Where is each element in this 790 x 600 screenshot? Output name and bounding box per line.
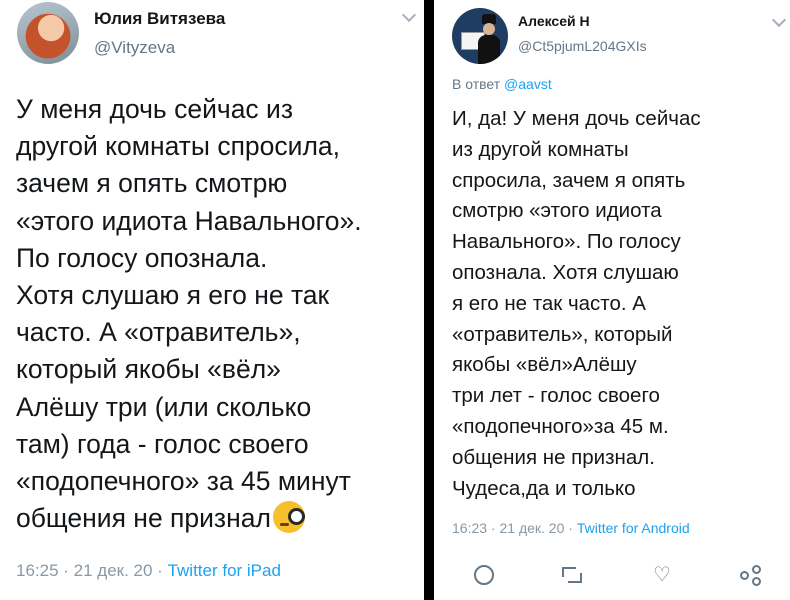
tweet-line: там) года - голос своего: [16, 428, 309, 459]
tweet-meta: 16:25 · 21 дек. 20 · Twitter for iPad: [16, 561, 281, 581]
tweet-line: Хотя слушаю я его не так: [16, 280, 330, 311]
tweet-line: Чудеса,да и только: [452, 476, 636, 500]
tweet-line: спросила, зачем я опять: [452, 168, 686, 192]
reply-mention[interactable]: @aavst: [504, 76, 552, 92]
tweet-line: общения не признал.: [452, 445, 655, 469]
tweet-line: который якобы «вёл»: [16, 354, 281, 385]
tweet-line: три лет - голос своего: [452, 384, 660, 408]
timestamp[interactable]: 16:25 · 21 дек. 20 ·: [16, 561, 168, 580]
tweet-line: У меня дочь сейчас из: [16, 94, 293, 124]
tweet-line: якобы «вёл»Алёшу: [452, 353, 637, 377]
tweet-card-left: Юлия Витязева @Vityzeva У меня дочь сейч…: [0, 0, 424, 600]
tweet-line: «подопечного»за 45 м.: [452, 414, 669, 438]
author-handle[interactable]: @Vityzeva: [94, 38, 175, 58]
retweet-icon[interactable]: [562, 565, 582, 585]
head-shape: [483, 23, 495, 35]
tweet-line: Алёшу три (или сколько: [16, 391, 312, 422]
tweet-text: У меня дочь сейчас из другой комнаты спр…: [16, 91, 362, 537]
reply-prefix: В ответ: [452, 76, 505, 92]
author-name[interactable]: Алексей Н: [518, 13, 590, 29]
torso-shape: [478, 35, 500, 64]
tweet-line: зачем я опять смотрю: [16, 168, 288, 199]
tweet-line-last: общения не признал: [16, 500, 362, 537]
source-link[interactable]: Twitter for Android: [577, 520, 690, 536]
tweet-line: И, да! У меня дочь сейчас: [452, 107, 701, 130]
action-bar: ♡: [434, 560, 790, 590]
share-icon[interactable]: [740, 565, 761, 586]
tweet-line: смотрю «этого идиота: [452, 199, 662, 223]
reply-icon[interactable]: [474, 565, 494, 585]
chevron-down-icon[interactable]: [401, 7, 417, 23]
timestamp[interactable]: 16:23 · 21 дек. 20 ·: [452, 520, 577, 536]
tweet-line: я его не так часто. А: [452, 291, 646, 315]
author-name[interactable]: Юлия Витязева: [94, 9, 225, 29]
tweet-line: «подопечного» за 45 минут: [16, 466, 351, 497]
like-icon[interactable]: ♡: [652, 565, 672, 585]
tweet-line: Навального». По голосу: [452, 230, 681, 254]
avatar[interactable]: [452, 8, 508, 64]
tweet-line: другой комнаты спросила,: [16, 131, 341, 162]
chevron-down-icon[interactable]: [771, 12, 787, 28]
tweet-line: «отравитель», который: [452, 322, 673, 346]
tweet-line: По голосу опознала.: [16, 242, 268, 273]
tweet-line: опознала. Хотя слушаю: [452, 260, 679, 284]
author-handle[interactable]: @Ct5pjumL204GXIs: [518, 38, 647, 54]
monocle-face-icon: [272, 501, 305, 534]
tweet-text: И, да! У меня дочь сейчас из другой комн…: [452, 104, 701, 504]
source-link[interactable]: Twitter for iPad: [168, 561, 281, 580]
tweet-card-right: Алексей Н @Ct5pjumL204GXIs В ответ @aavs…: [434, 0, 790, 600]
tweet-line: из другой комнаты: [452, 137, 629, 161]
tweet-line: «этого идиота Навального».: [16, 205, 362, 236]
tweet-line: общения не признал: [16, 503, 271, 534]
tweet-meta: 16:23 · 21 дек. 20 · Twitter for Android: [452, 520, 690, 536]
tweet-line: часто. А «отравитель»,: [16, 317, 301, 348]
avatar[interactable]: [17, 2, 79, 64]
reply-context: В ответ @aavst: [452, 76, 552, 92]
